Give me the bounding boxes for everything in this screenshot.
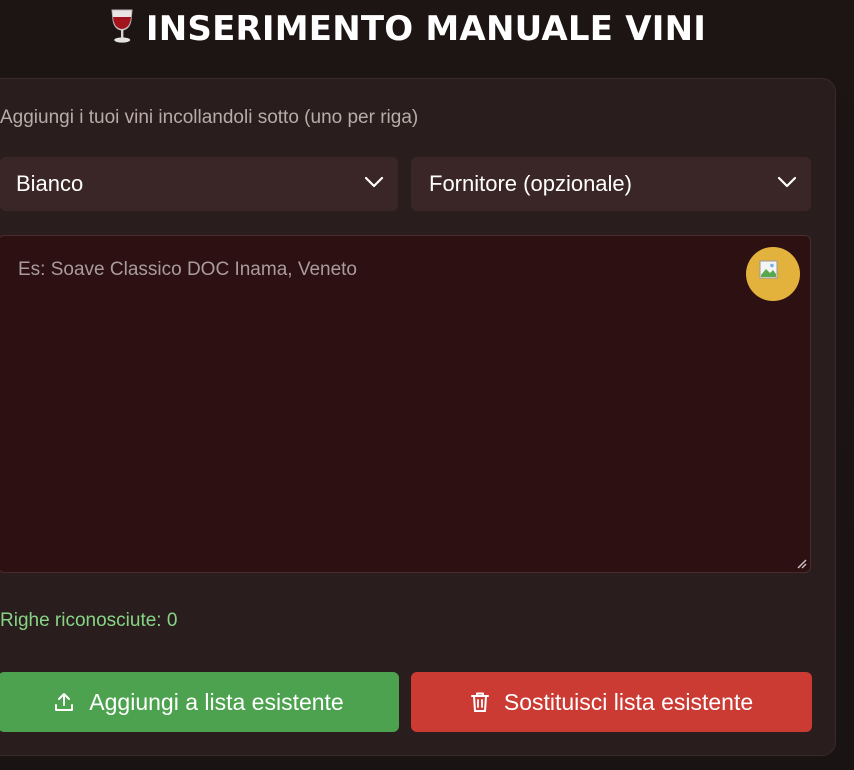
wine-list-placeholder: Es: Soave Classico DOC Inama, Veneto	[18, 259, 357, 280]
broken-image-icon	[759, 260, 778, 279]
upload-icon	[55, 693, 74, 711]
instructions-text: Aggiungi i tuoi vini incollandoli sotto …	[0, 107, 419, 128]
recognized-rows-count: Righe riconosciute: 0	[0, 610, 178, 631]
add-to-list-button[interactable]: Aggiungi a lista esistente	[0, 672, 399, 732]
page: INSERIMENTO MANUALE VINI Aggiungi i tuoi…	[0, 0, 854, 770]
wine-type-value: Bianco	[16, 171, 84, 196]
supplier-select[interactable]: Fornitore (opzionale)	[411, 157, 811, 211]
replace-button-label: Sostituisci lista esistente	[503, 688, 754, 715]
page-title: INSERIMENTO MANUALE VINI	[0, 8, 814, 49]
replace-list-button[interactable]: Sostituisci lista esistente	[411, 672, 812, 732]
add-button-label: Aggiungi a lista esistente	[89, 688, 344, 715]
wine-list-textarea[interactable]: Es: Soave Classico DOC Inama, Veneto	[0, 235, 811, 573]
chevron-down-icon	[777, 176, 797, 188]
resize-handle-icon[interactable]	[795, 557, 807, 569]
chevron-down-icon	[364, 176, 384, 188]
trash-icon	[470, 692, 489, 712]
page-title-text: INSERIMENTO MANUALE VINI	[145, 9, 707, 49]
wine-glass-icon	[111, 9, 133, 43]
supplier-value: Fornitore (opzionale)	[429, 171, 632, 196]
wine-type-select[interactable]: Bianco	[0, 157, 398, 211]
voice-input-button[interactable]	[746, 247, 800, 301]
